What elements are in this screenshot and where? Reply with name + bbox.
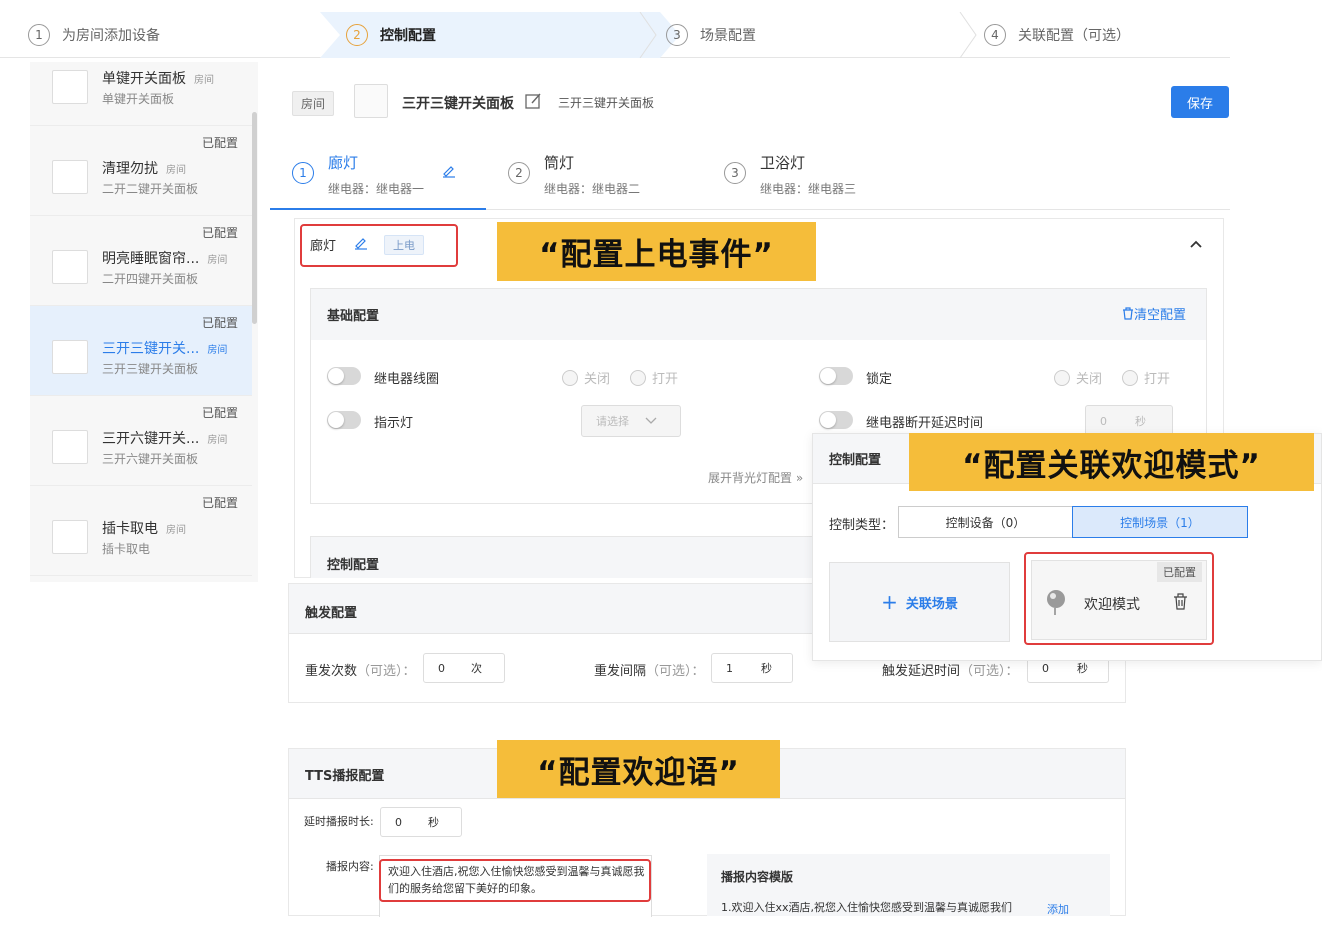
indicator-toggle[interactable] [327, 411, 361, 429]
panel-thumbnail [52, 70, 88, 104]
indicator-select[interactable]: 请选择 [581, 405, 681, 437]
device-list-item[interactable]: 已配置 三开六键开关... 房间 三开六键开关面板 [30, 396, 252, 486]
control-scene-tab[interactable]: 控制场景（1） [1072, 506, 1248, 538]
tts-template-add-link[interactable]: 添加 [1047, 901, 1069, 917]
clear-config-button[interactable]: 清空配置 [1122, 304, 1186, 323]
sidebar-scrollbar[interactable] [252, 112, 257, 324]
highlight-power-event [300, 224, 458, 267]
relay-coil-label: 继电器线圈 [374, 372, 440, 387]
indicator-label: 指示灯 [374, 416, 414, 431]
trigger-config-title: 触发配置 [305, 606, 358, 621]
step-bar: 1 为房间添加设备 2 控制配置 3 场景配置 4 关联配置（可选） [0, 12, 1230, 58]
configured-tag: 已配置 [201, 496, 238, 510]
trash-icon [1123, 307, 1133, 320]
step-1-label: 为房间添加设备 [62, 28, 160, 44]
device-list-item[interactable]: 单键开关面板 房间 单键开关面板 [30, 62, 252, 126]
tab-channel-3[interactable]: 3 卫浴灯 继电器：继电器三 [702, 140, 918, 210]
device-list-item[interactable]: 已配置 清理勿扰 房间 二开二键开关面板 [30, 126, 252, 216]
configured-tag: 已配置 [201, 406, 238, 420]
step-3-label: 场景配置 [700, 28, 756, 44]
tts-delay-input[interactable]: 0秒 [380, 807, 462, 837]
double-chevron-down-icon: » [795, 471, 804, 485]
save-button[interactable]: 保存 [1171, 86, 1229, 118]
lock-label: 锁定 [866, 372, 893, 387]
tab-channel-1[interactable]: 1 廊灯 继电器：继电器一 [270, 140, 486, 210]
step-3[interactable]: 3 场景配置 [666, 12, 756, 58]
popover-title: 控制配置 [829, 453, 882, 468]
basic-config-title: 基础配置 [327, 309, 380, 324]
relay-coil-toggle[interactable] [327, 367, 361, 385]
highlight-scene-card [1024, 552, 1214, 645]
tab-channel-2[interactable]: 2 筒灯 继电器：继电器二 [486, 140, 702, 210]
active-tab-indicator [270, 208, 486, 210]
relay-delay-label: 继电器断开延迟时间 [866, 416, 984, 431]
callout-greeting: “配置欢迎语” [497, 740, 780, 798]
tts-template-title: 播报内容模版 [721, 870, 794, 884]
highlight-tts-content [379, 859, 651, 902]
control-type-label: 控制类型： [829, 518, 895, 533]
device-list-item[interactable]: 已配置 明亮睡眠窗帘... 房间 二开四键开关面板 [30, 216, 252, 306]
tts-content-label: 播报内容: [326, 860, 374, 873]
trigger-delay-label: 触发延迟时间（可选）： [882, 664, 1019, 679]
panel-thumbnail [52, 340, 88, 374]
edit-icon[interactable] [524, 92, 542, 110]
device-name: 三开三键开关面板 [402, 96, 514, 112]
panel-thumbnail [52, 250, 88, 284]
step-1[interactable]: 1 为房间添加设备 [28, 12, 160, 58]
control-config-title: 控制配置 [327, 558, 380, 573]
repeat-count-input[interactable]: 0次 [423, 653, 505, 683]
repeat-count-label: 重发次数（可选）： [305, 664, 416, 679]
control-device-tab[interactable]: 控制设备（0） [898, 506, 1073, 538]
panel-thumbnail [52, 430, 88, 464]
plus-icon: + [881, 590, 898, 614]
repeat-interval-input[interactable]: 1秒 [711, 653, 793, 683]
repeat-interval-label: 重发间隔（可选）： [594, 664, 705, 679]
channel-tabs: 1 廊灯 继电器：继电器一 2 筒灯 继电器：继电器二 3 卫浴灯 继电器：继电… [270, 140, 1230, 210]
lock-on-radio[interactable]: 打开 [1122, 368, 1170, 387]
panel-thumbnail [52, 160, 88, 194]
step-4[interactable]: 4 关联配置（可选） [984, 12, 1130, 58]
panel-thumbnail [52, 520, 88, 554]
device-thumbnail [354, 84, 388, 118]
configured-tag: 已配置 [201, 226, 238, 240]
step-4-label: 关联配置（可选） [1018, 28, 1130, 44]
tts-template-item: 1.欢迎入住xx酒店,祝您入住愉快您感受到温馨与真诚愿我们 [721, 901, 1013, 914]
device-list-item[interactable]: 已配置 插卡取电 房间 插卡取电 [30, 486, 252, 576]
relay-coil-off-radio[interactable]: 关闭 [562, 368, 610, 387]
tts-delay-label: 延时播报时长: [304, 815, 374, 828]
callout-power-event: “配置上电事件” [497, 222, 816, 281]
step-chevron-icon [959, 12, 977, 58]
lock-toggle[interactable] [819, 367, 853, 385]
room-tag: 房间 [292, 91, 335, 116]
chevron-down-icon [645, 417, 657, 424]
pencil-icon[interactable] [442, 164, 456, 178]
step-2[interactable]: 2 控制配置 [346, 12, 436, 58]
device-type: 三开三键开关面板 [558, 96, 655, 110]
configured-tag: 已配置 [201, 316, 238, 330]
device-list-item-selected[interactable]: 已配置 三开三键开关... 房间 三开三键开关面板 [30, 306, 252, 396]
tts-config-title: TTS播报配置 [305, 769, 385, 784]
add-scene-button[interactable]: + 关联场景 [829, 562, 1010, 642]
callout-welcome-mode: “配置关联欢迎模式” [909, 433, 1314, 491]
expand-backlight-link[interactable]: 展开背光灯配置 » [708, 469, 803, 486]
lock-off-radio[interactable]: 关闭 [1054, 368, 1102, 387]
device-list: 单键开关面板 房间 单键开关面板 已配置 清理勿扰 房间 二开二键开关面板 已配置 … [30, 62, 258, 582]
configured-tag: 已配置 [201, 136, 238, 150]
relay-coil-on-radio[interactable]: 打开 [630, 368, 678, 387]
relay-delay-toggle[interactable] [819, 411, 853, 429]
basic-config-header [310, 288, 1207, 340]
chevron-up-icon[interactable] [1188, 238, 1204, 250]
step-chevron-icon [639, 12, 657, 58]
step-2-label: 控制配置 [380, 28, 436, 44]
